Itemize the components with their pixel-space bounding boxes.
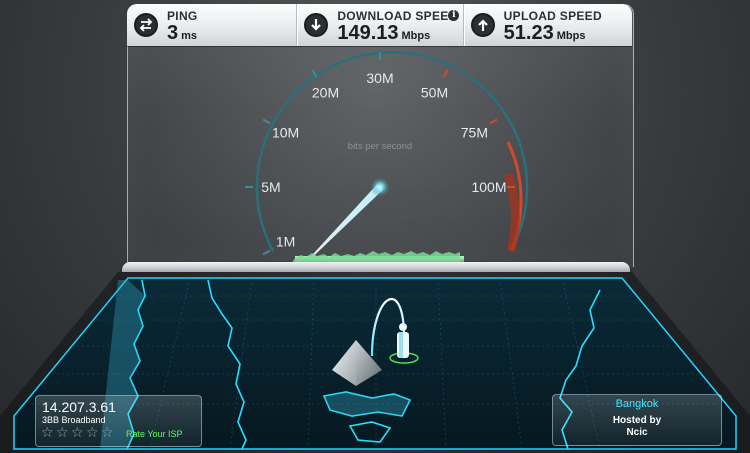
upload-label: UPLOAD SPEED [503, 9, 602, 23]
upload-stat: UPLOAD SPEED 51.23 Mbps [462, 4, 632, 46]
isp-rating-stars[interactable]: ☆ ☆ ☆ ☆ ☆ [41, 426, 116, 440]
rating-star-icon[interactable]: ☆ [41, 426, 55, 440]
upload-unit: Mbps [556, 30, 586, 42]
gauge-tick-labels: 01M5M10M20M30M50M75M100M [261, 70, 506, 250]
ping-label: PING [167, 9, 198, 23]
upload-arrow-icon [470, 13, 495, 37]
server-host-name: Ncic [626, 427, 648, 438]
rating-star-icon[interactable]: ☆ [86, 426, 100, 440]
gauge-tick-label: 75M [461, 125, 488, 141]
download-number: 149.13 [337, 22, 399, 44]
gauge-hub [370, 177, 390, 197]
client-ip-address: 14.207.3.61 [42, 399, 116, 415]
download-stat: DOWNLOAD SPEED i 149.13 Mbps [296, 4, 462, 46]
ping-arrows-icon [134, 13, 158, 37]
gauge-tick-label: 100M [471, 179, 506, 195]
gauge-tick-label: 20M [312, 85, 339, 101]
gauge-tick-label: 5M [261, 179, 280, 195]
gauge-tick [262, 249, 271, 256]
speed-gauge: 01M5M10M20M30M50M75M100M bits per second [245, 51, 529, 266]
rating-star-icon[interactable]: ☆ [101, 426, 115, 440]
rating-star-icon[interactable]: ☆ [71, 426, 85, 440]
gauge-tick [489, 118, 498, 125]
download-value: 149.13 Mbps [337, 22, 430, 45]
gauge-tick-label: 30M [366, 70, 393, 86]
gauge-tick [442, 69, 449, 78]
ping-number: 3 [167, 22, 179, 44]
gauge-tick [262, 118, 271, 125]
gauge-tick-label: 50M [421, 85, 448, 101]
gauge-tick-label: 1M [276, 234, 295, 250]
hosted-by-label: Hosted by [612, 415, 662, 426]
ping-stat: PING 3 ms [127, 4, 296, 46]
download-arrow-icon [304, 13, 329, 37]
upload-number: 51.23 [503, 22, 554, 44]
gauge-caption: bits per second [348, 141, 412, 152]
ping-unit: ms [181, 30, 198, 42]
rating-star-icon[interactable]: ☆ [56, 426, 70, 440]
gauge-tick-label: 10M [272, 125, 299, 141]
server-info-panel: Bangkok Hosted by Ncic [552, 394, 722, 446]
upload-value: 51.23 Mbps [504, 22, 586, 45]
download-label: DOWNLOAD SPEED [337, 9, 458, 23]
isp-name: 3BB Broadband [42, 415, 106, 425]
download-unit: Mbps [401, 30, 431, 42]
stats-bar: PING 3 ms DOWNLOAD SPEED i 149.13 Mbps UPL… [127, 4, 632, 46]
isp-info-panel: 14.207.3.61 3BB Broadband ☆ ☆ ☆ ☆ ☆ Rate… [35, 395, 202, 447]
rate-isp-link[interactable]: Rate Your ISP [126, 429, 183, 439]
ping-value: 3 ms [167, 22, 197, 45]
server-city[interactable]: Bangkok [553, 398, 721, 410]
